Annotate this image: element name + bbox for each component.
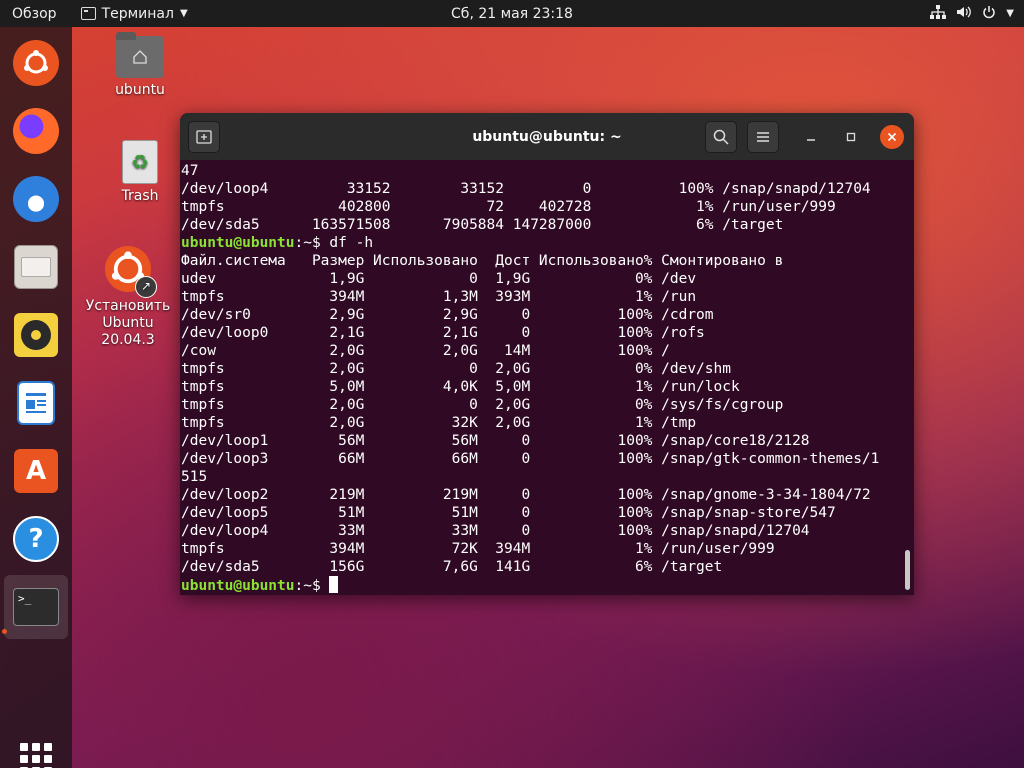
firefox-icon	[13, 108, 59, 154]
clock[interactable]: Сб, 21 мая 23:18	[451, 6, 573, 22]
terminal-icon	[80, 7, 96, 20]
help-icon: ?	[13, 516, 59, 562]
trash-icon: ♻	[122, 140, 158, 184]
install-label-2: Ubuntu 20.04.3	[101, 315, 155, 348]
running-indicator	[2, 629, 7, 634]
close-button[interactable]	[880, 125, 904, 149]
app-menu[interactable]: Терминал ▼	[80, 5, 188, 22]
terminal-icon: >_	[13, 588, 59, 626]
terminal-output-line: /dev/sda5 156G 7,6G 141G 6% /target	[181, 559, 723, 575]
terminal-output-line: /dev/loop4 33M 33M 0 100% /snap/snapd/12…	[181, 523, 810, 539]
ubuntu-installer-icon	[13, 40, 59, 86]
terminal-scrollbar[interactable]	[905, 550, 910, 590]
terminal-window[interactable]: ubuntu@ubuntu: ~ 47/dev/loop4 33152 3315…	[180, 113, 914, 595]
shortcut-arrow-icon: ↗	[135, 276, 157, 298]
terminal-output-line: tmpfs 394M 1,3M 393M 1% /run	[181, 289, 697, 305]
terminal-output-line: 515	[181, 469, 208, 485]
terminal-output-line: /dev/loop4 33152 33152 0 100% /snap/snap…	[181, 181, 871, 197]
menu-button[interactable]	[747, 121, 779, 153]
install-label-1: Установить	[85, 298, 171, 314]
terminal-output-line: tmpfs 5,0M 4,0K 5,0M 1% /run/lock	[181, 379, 740, 395]
rhythmbox-icon	[14, 313, 58, 357]
power-icon	[982, 5, 996, 23]
chevron-down-icon: ▼	[1006, 8, 1014, 19]
hamburger-menu-icon	[757, 132, 769, 142]
terminal-output[interactable]: 47/dev/loop4 33152 33152 0 100% /snap/sn…	[180, 160, 906, 595]
command-text: df -h	[320, 235, 374, 251]
dock-item-terminal[interactable]: >_	[4, 575, 68, 639]
software-center-icon: A	[14, 449, 58, 493]
terminal-output-line: udev 1,9G 0 1,9G 0% /dev	[181, 271, 697, 287]
dock-item-firefox[interactable]	[12, 107, 60, 155]
app-menu-label: Терминал	[101, 5, 174, 22]
terminal-output-line: tmpfs 2,0G 0 2,0G 0% /dev/shm	[181, 361, 731, 377]
terminal-output-line: Файл.система Размер Использовано Дост Ис…	[181, 253, 784, 269]
prompt-path: :~$	[294, 235, 321, 251]
system-tray[interactable]: ▼	[930, 4, 1014, 23]
text-cursor	[329, 576, 339, 593]
prompt-user: ubuntu@ubuntu	[181, 235, 295, 251]
minimize-button[interactable]	[799, 125, 823, 149]
home-folder-label: ubuntu	[115, 82, 165, 98]
activities-button[interactable]: Обзор	[0, 6, 69, 22]
terminal-output-line: /dev/loop5 51M 51M 0 100% /snap/snap-sto…	[181, 505, 836, 521]
terminal-output-line: tmpfs 2,0G 32K 2,0G 1% /tmp	[181, 415, 697, 431]
dock-item-writer[interactable]	[12, 379, 60, 427]
terminal-output-line: tmpfs 402800 72 402728 1% /run/user/999	[181, 199, 836, 215]
ubuntu-installer-icon: ↗	[105, 246, 157, 298]
close-icon	[887, 132, 897, 142]
terminal-output-line: /dev/loop2 219M 219M 0 100% /snap/gnome-…	[181, 487, 871, 503]
terminal-output-line: /dev/sr0 2,9G 2,9G 0 100% /cdrom	[181, 307, 714, 323]
files-icon	[14, 245, 58, 289]
prompt-path: :~$	[294, 578, 321, 594]
network-icon	[930, 4, 947, 23]
dock-item-help[interactable]: ?	[12, 515, 60, 563]
maximize-icon	[846, 132, 856, 142]
terminal-prompt-line: ubuntu@ubuntu:~$ df -h	[181, 234, 906, 252]
prompt-user: ubuntu@ubuntu	[181, 578, 295, 594]
terminal-header-bar[interactable]: ubuntu@ubuntu: ~	[180, 113, 914, 160]
desktop-trash[interactable]: ♻ Trash	[108, 140, 172, 205]
dock-item-software[interactable]: A	[12, 447, 60, 495]
home-folder-icon	[116, 32, 164, 78]
search-icon	[713, 129, 729, 145]
dock: A ? >_	[0, 27, 72, 768]
terminal-output-line: /dev/loop0 2,1G 2,1G 0 100% /rofs	[181, 325, 705, 341]
search-button[interactable]	[705, 121, 737, 153]
chevron-down-icon: ▼	[179, 8, 188, 19]
terminal-output-line: /dev/sda5 163571508 7905884 147287000 6%…	[181, 217, 784, 233]
terminal-output-line: tmpfs 2,0G 0 2,0G 0% /sys/fs/cgroup	[181, 397, 784, 413]
volume-icon	[956, 5, 972, 23]
terminal-output-line: tmpfs 394M 72K 394M 1% /run/user/999	[181, 541, 775, 557]
desktop-home-folder[interactable]: ubuntu	[108, 32, 172, 99]
top-bar: Обзор Терминал ▼ Сб, 21 мая 23:18 ▼	[0, 0, 1024, 27]
dock-item-installer[interactable]	[12, 39, 60, 87]
show-apps-grid-icon[interactable]	[20, 743, 52, 768]
libreoffice-writer-icon	[17, 381, 55, 425]
terminal-prompt-line: ubuntu@ubuntu:~$	[181, 576, 906, 594]
minimize-icon	[807, 139, 815, 141]
thunderbird-icon	[13, 176, 59, 222]
terminal-output-line: /cow 2,0G 2,0G 14M 100% /	[181, 343, 670, 359]
dock-item-thunderbird[interactable]	[12, 175, 60, 223]
maximize-button[interactable]	[839, 125, 863, 149]
dock-item-files[interactable]	[12, 243, 60, 291]
trash-label: Trash	[121, 188, 159, 204]
terminal-output-line: /dev/loop3 66M 66M 0 100% /snap/gtk-comm…	[181, 451, 880, 467]
desktop-install-ubuntu[interactable]: ↗ Установить Ubuntu 20.04.3	[76, 246, 180, 349]
command-text	[321, 578, 330, 594]
terminal-output-line: /dev/loop1 56M 56M 0 100% /snap/core18/2…	[181, 433, 810, 449]
terminal-output-line: 47	[181, 163, 199, 179]
dock-item-rhythmbox[interactable]	[12, 311, 60, 359]
